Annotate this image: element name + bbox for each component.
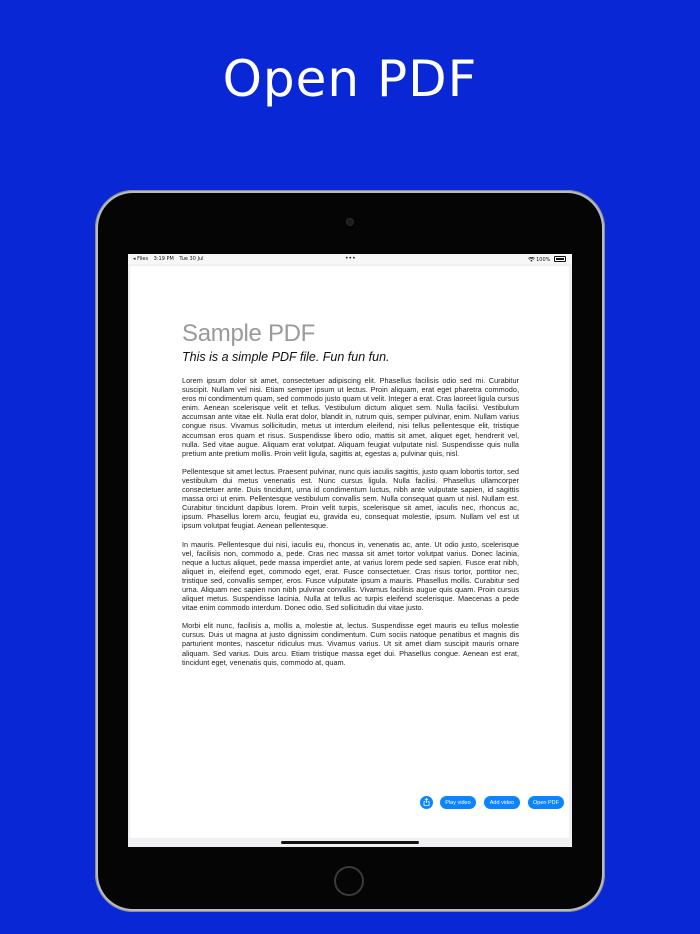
back-to-files-link[interactable]: ◂ Files [133, 256, 148, 262]
document-body: Lorem ipsum dolor sit amet, consectetuer… [182, 376, 519, 676]
paragraph: Pellentesque sit amet lectus. Praesent p… [182, 466, 519, 531]
battery-percent: 100% [536, 257, 551, 263]
open-pdf-button[interactable]: Open PDF [528, 796, 564, 809]
front-camera [347, 219, 353, 225]
home-button[interactable] [334, 866, 364, 896]
add-video-button[interactable]: Add video [484, 796, 520, 809]
home-indicator [281, 841, 419, 844]
document-title: Sample PDF [182, 320, 316, 347]
status-left: ◂ Files 3:19 PM Tue 30 Jul [133, 256, 204, 262]
battery-icon [554, 256, 566, 262]
status-date: Tue 30 Jul [179, 256, 204, 262]
headline: Open PDF [222, 50, 478, 108]
paragraph: Lorem ipsum dolor sit amet, consectetuer… [182, 376, 519, 458]
paragraph: Morbi elit nunc, facilisis a, mollis a, … [182, 621, 519, 667]
paragraph: In mauris. Pellentesque dui nisi, iaculi… [182, 539, 519, 613]
status-time: 3:19 PM [153, 256, 174, 262]
play-video-button[interactable]: Play video [440, 796, 476, 809]
status-right: 100% [527, 256, 566, 263]
status-bar: ◂ Files 3:19 PM Tue 30 Jul ••• 100% [128, 254, 572, 264]
wifi-icon [527, 256, 537, 263]
share-button[interactable] [420, 796, 433, 809]
multitasking-dots[interactable]: ••• [345, 255, 356, 262]
document-subtitle: This is a simple PDF file. Fun fun fun. [182, 350, 390, 364]
ipad-screen: ◂ Files 3:19 PM Tue 30 Jul ••• 100% Samp… [128, 254, 572, 847]
share-icon [423, 797, 430, 808]
pdf-page[interactable]: Sample PDF This is a simple PDF file. Fu… [130, 266, 569, 838]
